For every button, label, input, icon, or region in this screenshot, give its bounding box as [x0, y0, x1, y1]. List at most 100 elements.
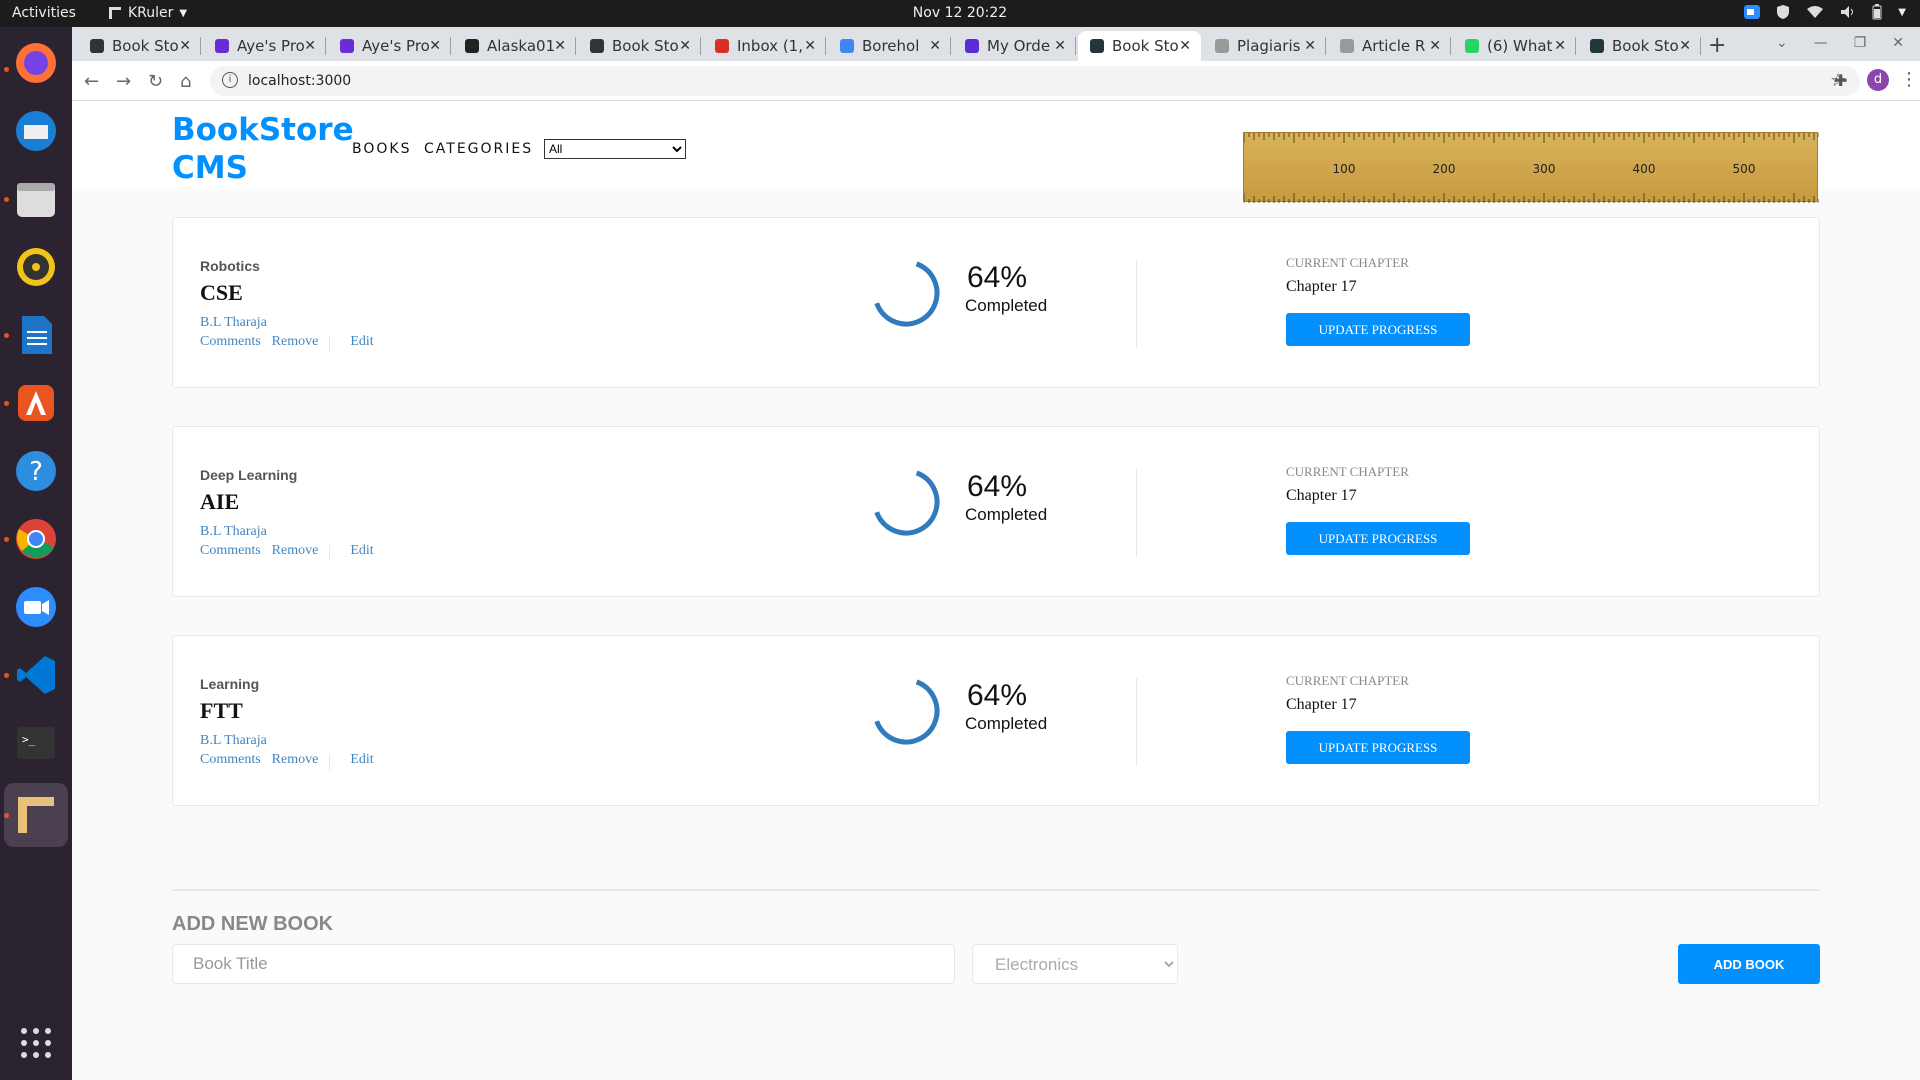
power-menu-icon[interactable]: ▼: [1898, 7, 1906, 18]
card-divider: [1136, 469, 1137, 557]
battery-icon[interactable]: [1872, 4, 1882, 20]
tab-favicon-icon: [1465, 39, 1479, 53]
remove-button[interactable]: Remove: [272, 543, 319, 561]
update-progress-button[interactable]: UPDATE PROGRESS: [1286, 313, 1470, 346]
tab-close-icon[interactable]: ✕: [429, 38, 441, 54]
book-card: Deep Learning AIE B.L Tharaja Comments Remov…: [172, 426, 1820, 597]
tab-close-icon[interactable]: ✕: [304, 38, 316, 54]
kruler-window[interactable]: 100 200 300 400 500: [1243, 132, 1820, 203]
book-title: FTT: [200, 698, 243, 723]
edit-button[interactable]: Edit: [350, 543, 373, 561]
tab-close-icon[interactable]: ✕: [554, 38, 566, 54]
rhythmbox-icon[interactable]: [12, 243, 60, 291]
thunderbird-icon[interactable]: [12, 107, 60, 155]
card-divider: [1136, 678, 1137, 766]
terminal-icon[interactable]: >_: [12, 719, 60, 767]
book-author: B.L Tharaja: [200, 315, 267, 330]
remove-button[interactable]: Remove: [272, 334, 319, 352]
update-progress-button[interactable]: UPDATE PROGRESS: [1286, 731, 1470, 764]
address-url[interactable]: localhost:3000: [248, 73, 351, 89]
forward-button[interactable]: →: [116, 71, 131, 92]
ruler-label: 500: [1733, 162, 1756, 176]
system-tray[interactable]: ▼: [1744, 4, 1906, 20]
tab-close-icon[interactable]: ✕: [1554, 38, 1566, 54]
browser-tab[interactable]: My Orde ✕: [953, 31, 1076, 61]
tab-close-icon[interactable]: ✕: [679, 38, 691, 54]
book-author: B.L Tharaja: [200, 733, 267, 748]
browser-tab[interactable]: (6) What ✕: [1453, 31, 1576, 61]
extensions-puzzle-icon[interactable]: ✚: [1834, 71, 1847, 90]
ruler-label: 200: [1433, 162, 1456, 176]
book-category-select[interactable]: Electronics: [972, 944, 1178, 984]
comments-button[interactable]: Comments: [200, 334, 261, 352]
current-chapter-label: CURRENT CHAPTER: [1286, 255, 1409, 270]
browser-menu-icon[interactable]: ⋮: [1900, 69, 1918, 90]
nav-link-books[interactable]: BOOKS: [352, 141, 411, 157]
browser-tab[interactable]: Borehol ✕: [828, 31, 951, 61]
site-info-icon[interactable]: i: [222, 72, 238, 88]
browser-tab[interactable]: Aye's Pro ✕: [203, 31, 326, 61]
browser-tab[interactable]: Article R ✕: [1328, 31, 1451, 61]
firefox-icon[interactable]: [12, 39, 60, 87]
kruler-dock-icon[interactable]: [4, 783, 68, 847]
zoom-tray-icon[interactable]: [1744, 5, 1761, 19]
wifi-icon[interactable]: [1806, 5, 1824, 19]
back-button[interactable]: ←: [84, 71, 99, 92]
shield-icon[interactable]: [1776, 4, 1790, 20]
home-button[interactable]: ⌂: [180, 71, 191, 92]
show-apps-icon[interactable]: [20, 1027, 52, 1063]
browser-tab[interactable]: Alaska01 ✕: [453, 31, 576, 61]
reload-button[interactable]: ↻: [148, 71, 163, 92]
progress-ring-arc: [872, 468, 940, 536]
zoom-icon[interactable]: [12, 583, 60, 631]
category-filter-select[interactable]: All: [544, 139, 686, 159]
tab-close-icon[interactable]: ✕: [1679, 38, 1691, 54]
remove-button[interactable]: Remove: [272, 752, 319, 770]
profile-avatar[interactable]: d: [1867, 69, 1889, 91]
comments-button[interactable]: Comments: [200, 752, 261, 770]
browser-tab[interactable]: Book Sto ✕: [78, 31, 201, 61]
comments-button[interactable]: Comments: [200, 543, 261, 561]
add-book-button[interactable]: ADD BOOK: [1678, 944, 1820, 984]
browser-tab[interactable]: Inbox (1, ✕: [703, 31, 826, 61]
browser-tab[interactable]: Plagiaris ✕: [1203, 31, 1326, 61]
volume-icon[interactable]: [1840, 5, 1856, 19]
tab-label: Borehol: [862, 37, 920, 55]
browser-tab[interactable]: Book Sto ✕: [578, 31, 701, 61]
book-title-input[interactable]: [172, 944, 955, 984]
browser-tab[interactable]: Book Sto ✕: [1578, 31, 1701, 61]
tab-close-icon[interactable]: ✕: [804, 38, 816, 54]
edit-button[interactable]: Edit: [350, 334, 373, 352]
update-progress-button[interactable]: UPDATE PROGRESS: [1286, 522, 1470, 555]
tab-close-icon[interactable]: ✕: [1429, 38, 1441, 54]
book-actions: Comments Remove Edit: [200, 543, 385, 561]
book-genre: Deep Learning: [200, 467, 298, 483]
tab-close-icon[interactable]: ✕: [929, 38, 941, 54]
tab-close-icon[interactable]: ✕: [179, 38, 191, 54]
edit-button[interactable]: Edit: [350, 752, 373, 770]
clock[interactable]: Nov 12 20:22: [0, 5, 1920, 21]
maximize-button[interactable]: ❐: [1854, 35, 1867, 51]
address-bar[interactable]: i localhost:3000 ☆: [210, 66, 1860, 96]
vscode-icon[interactable]: [12, 651, 60, 699]
files-icon[interactable]: [12, 175, 60, 223]
tab-label: My Orde: [987, 37, 1051, 55]
browser-tab[interactable]: Book Sto ✕: [1078, 31, 1201, 61]
chrome-icon[interactable]: [12, 515, 60, 563]
minimize-button[interactable]: —: [1814, 35, 1828, 51]
site-logo[interactable]: BookStore CMS: [172, 111, 354, 187]
tab-close-icon[interactable]: ✕: [1054, 38, 1066, 54]
app-center-icon[interactable]: [12, 379, 60, 427]
web-page: BookStore CMS BOOKS CATEGORIES All Robot…: [72, 101, 1920, 1080]
libreoffice-writer-icon[interactable]: [12, 311, 60, 359]
browser-tab[interactable]: Aye's Pro ✕: [328, 31, 451, 61]
tab-search-icon[interactable]: ⌄: [1776, 35, 1788, 51]
current-chapter-value: Chapter 17: [1286, 696, 1357, 713]
help-icon[interactable]: ?: [12, 447, 60, 495]
ruler-scale[interactable]: 100 200 300 400 500: [1243, 133, 1820, 203]
tab-close-icon[interactable]: ✕: [1304, 38, 1316, 54]
close-window-button[interactable]: ✕: [1892, 35, 1904, 51]
nav-link-categories[interactable]: CATEGORIES: [424, 141, 533, 157]
tab-close-icon[interactable]: ✕: [1179, 38, 1191, 54]
new-tab-button[interactable]: +: [1708, 33, 1726, 58]
